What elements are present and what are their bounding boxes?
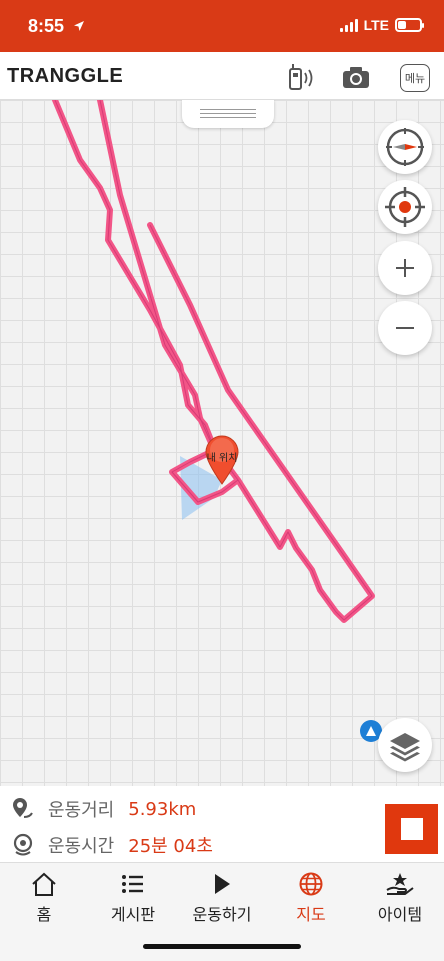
stop-icon (400, 818, 423, 840)
walkie-talkie-button[interactable] (284, 62, 320, 92)
tab-map[interactable]: 지도 (267, 871, 355, 925)
zoom-in-button[interactable] (378, 241, 432, 295)
battery-icon (395, 18, 424, 32)
location-arrow-icon (74, 21, 85, 31)
cellular-signal-icon (339, 18, 358, 32)
time-row: 운동시간 25분 04초 (12, 832, 213, 858)
play-icon (215, 874, 230, 894)
compass-button[interactable] (378, 120, 432, 174)
app-logo: TRANGGLE (7, 65, 124, 87)
zoom-in-icon (396, 259, 414, 277)
layers-button[interactable] (378, 718, 432, 772)
globe-icon (299, 872, 323, 896)
zoom-out-button[interactable] (378, 301, 432, 355)
locate-icon (385, 187, 425, 227)
tab-label: 게시판 (110, 905, 156, 924)
tab-label: 홈 (36, 905, 52, 924)
tab-board[interactable]: 게시판 (89, 871, 177, 925)
workout-stats-panel: 운동거리 5.93km 운동시간 25분 04초 (0, 786, 444, 862)
layers-icon (390, 733, 420, 762)
home-icon (32, 872, 56, 896)
tab-label: 지도 (296, 905, 326, 924)
compass-icon (386, 128, 424, 166)
tab-workout[interactable]: 운동하기 (178, 871, 266, 925)
time-value: 25분 04초 (128, 836, 213, 857)
gift-hand-icon (386, 873, 414, 895)
home-indicator[interactable] (143, 944, 301, 949)
distance-row: 운동거리 5.93km (12, 796, 196, 822)
map-view[interactable]: 내 위치 (0, 100, 444, 786)
tab-items[interactable]: 아이템 (356, 871, 444, 925)
my-location-button[interactable] (378, 180, 432, 234)
tab-label: 운동하기 (192, 905, 252, 924)
walkie-talkie-icon (289, 64, 313, 90)
distance-value: 5.93km (128, 798, 197, 820)
zoom-out-icon (396, 327, 414, 329)
camera-button[interactable] (340, 62, 372, 92)
marker-label: 내 위치 (207, 451, 238, 464)
hiker-icon (366, 726, 376, 736)
distance-label: 운동거리 (48, 800, 115, 821)
bottom-tab-bar: 홈 게시판 운동하기 지도 아이템 (0, 862, 444, 961)
app-header: TRANGGLE 메뉴 (0, 52, 444, 100)
list-icon (122, 875, 143, 893)
menu-button[interactable]: 메뉴 (400, 64, 430, 92)
tab-label: 아이템 (377, 905, 423, 924)
tab-home[interactable]: 홈 (0, 871, 88, 925)
time-label: 운동시간 (48, 836, 115, 857)
location-time-icon (13, 833, 33, 856)
camera-icon (343, 67, 369, 88)
route-distance-icon (13, 798, 33, 818)
stop-workout-button[interactable] (385, 804, 438, 854)
network-type: LTE (363, 17, 389, 33)
status-time: 8:55 (28, 16, 85, 37)
status-bar: 8:55 LTE (0, 0, 444, 52)
route-line (52, 100, 375, 623)
